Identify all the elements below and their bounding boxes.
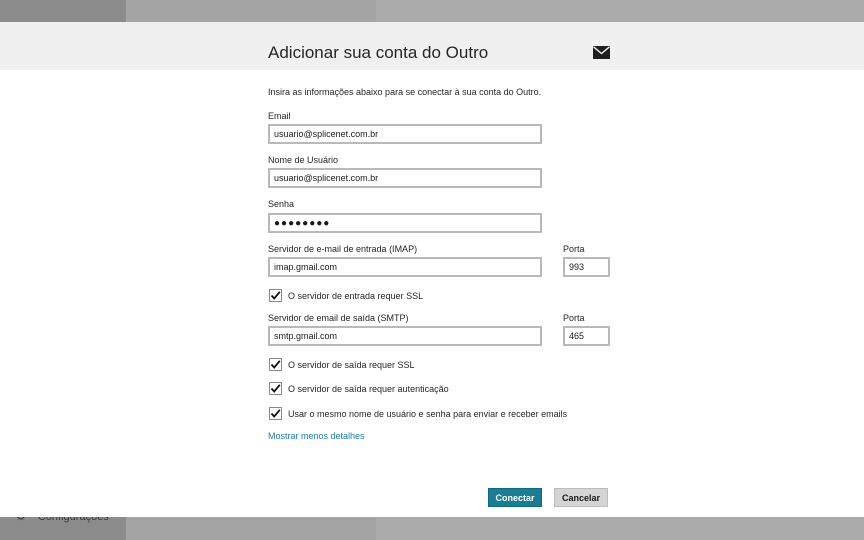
checkmark-icon <box>270 409 281 418</box>
incoming-server-field[interactable] <box>268 257 542 277</box>
outgoing-server-field[interactable] <box>268 326 542 346</box>
dialog-header: Adicionar sua conta do Outro <box>0 22 864 70</box>
incoming-ssl-checkbox[interactable] <box>269 289 282 302</box>
outgoing-auth-label: O servidor de saída requer autenticação <box>288 383 449 394</box>
outgoing-server-label: Servidor de email de saída (SMTP) <box>268 313 409 323</box>
incoming-ssl-option[interactable]: O servidor de entrada requer SSL <box>269 289 423 302</box>
mail-icon <box>593 46 610 59</box>
cancel-button[interactable]: Cancelar <box>554 488 608 507</box>
outgoing-auth-option[interactable]: O servidor de saída requer autenticação <box>269 382 449 395</box>
email-label: Email <box>268 111 291 121</box>
outgoing-ssl-option[interactable]: O servidor de saída requer SSL <box>269 358 415 371</box>
username-label: Nome de Usuário <box>268 155 339 165</box>
intro-text: Insira as informações abaixo para se con… <box>268 87 542 97</box>
incoming-ssl-label: O servidor de entrada requer SSL <box>288 290 424 301</box>
username-field[interactable] <box>268 168 542 188</box>
checkmark-icon <box>270 384 281 393</box>
outgoing-port-label: Porta <box>563 313 585 323</box>
incoming-port-label: Porta <box>563 244 585 254</box>
outgoing-ssl-label: O servidor de saída requer SSL <box>288 359 415 370</box>
same-credentials-option[interactable]: Usar o mesmo nome de usuário e senha par… <box>269 407 567 420</box>
password-label: Senha <box>268 199 295 209</box>
show-less-details-link[interactable]: Mostrar menos detalhes <box>268 431 365 441</box>
connect-button[interactable]: Conectar <box>488 488 542 507</box>
checkmark-icon <box>270 360 281 369</box>
incoming-port-field[interactable] <box>563 257 610 277</box>
outgoing-port-field[interactable] <box>563 326 610 346</box>
add-account-dialog: Adicionar sua conta do Outro Insira as i… <box>0 22 864 517</box>
outgoing-auth-checkbox[interactable] <box>269 382 282 395</box>
checkmark-icon <box>270 291 281 300</box>
same-credentials-checkbox[interactable] <box>269 407 282 420</box>
incoming-server-label: Servidor de e-mail de entrada (IMAP) <box>268 244 418 254</box>
email-field[interactable] <box>268 124 542 144</box>
password-field[interactable] <box>268 213 542 233</box>
outgoing-ssl-checkbox[interactable] <box>269 358 282 371</box>
dialog-title: Adicionar sua conta do Outro <box>268 43 489 62</box>
same-credentials-label: Usar o mesmo nome de usuário e senha par… <box>288 408 568 419</box>
